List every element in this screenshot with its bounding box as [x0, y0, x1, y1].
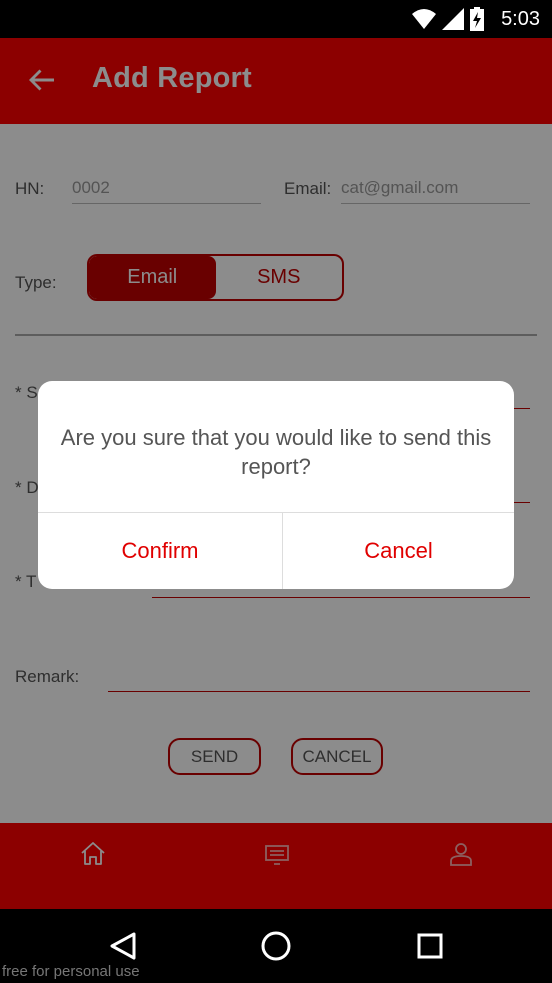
dialog-cancel-button[interactable]: Cancel — [283, 513, 514, 589]
status-icons — [412, 7, 484, 31]
signal-icon — [442, 8, 464, 30]
watermark-text: free for personal use — [2, 963, 140, 980]
dialog-confirm-button[interactable]: Confirm — [38, 513, 282, 589]
status-time: 5:03 — [501, 8, 540, 30]
status-bar: 5:03 — [0, 0, 552, 38]
wifi-icon — [412, 9, 436, 29]
back-triangle-icon[interactable] — [109, 931, 137, 961]
home-circle-icon[interactable] — [260, 930, 292, 962]
dialog-message: Are you sure that you would like to send… — [60, 425, 492, 479]
battery-charging-icon — [470, 7, 484, 31]
confirm-dialog: Are you sure that you would like to send… — [38, 381, 514, 589]
system-navigation-bar: free for personal use — [0, 909, 552, 983]
recents-square-icon[interactable] — [416, 932, 444, 960]
